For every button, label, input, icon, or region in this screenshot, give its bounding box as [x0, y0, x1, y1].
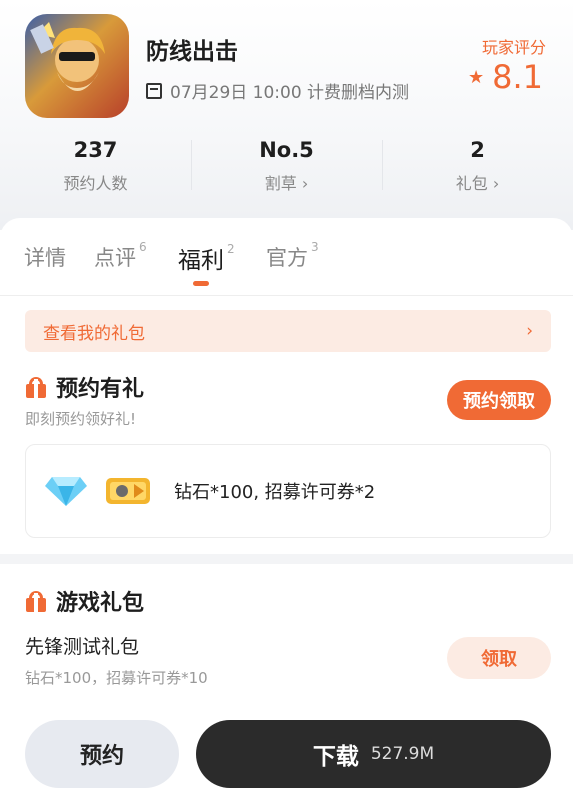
tab-reviews[interactable]: 点评 6: [94, 240, 147, 272]
stat-gifts[interactable]: 2 礼包 ›: [382, 132, 573, 196]
gift-icon: [25, 376, 47, 398]
stat-value: No.5: [259, 138, 314, 162]
active-tab-indicator: [193, 281, 209, 286]
tab-count: 6: [139, 240, 147, 254]
section-title-text: 游戏礼包: [56, 591, 145, 616]
star-icon: ★: [467, 66, 485, 88]
tab-benefits[interactable]: 福利 2: [178, 241, 235, 275]
app-icon: [25, 14, 129, 118]
reward-card: 钻石*100, 招募许可券*2: [25, 444, 551, 538]
tab-count: 3: [311, 240, 319, 254]
reserve-claim-button[interactable]: 预约领取: [447, 380, 551, 420]
stat-value: 237: [73, 138, 118, 162]
chevron-right-icon: ›: [526, 321, 533, 341]
reward-text: 钻石*100, 招募许可券*2: [174, 482, 376, 503]
ticket-icon: [106, 478, 150, 504]
reserve-gift-subtitle: 即刻预约领好礼!: [25, 410, 137, 428]
gift-icon: [25, 590, 47, 612]
reserve-button[interactable]: 预约: [25, 720, 179, 788]
claim-button[interactable]: 领取: [447, 637, 551, 679]
stat-label: 礼包 ›: [455, 174, 500, 193]
gift-pack-name: 先锋测试礼包: [25, 636, 140, 658]
section-title-text: 预约有礼: [56, 377, 145, 402]
download-size: 527.9M: [370, 744, 435, 764]
stats-row: 237 预约人数 No.5 割草 › 2 礼包 ›: [0, 132, 573, 196]
test-schedule: 07月29日 10:00 计费删档内测: [146, 78, 409, 103]
tab-details[interactable]: 详情: [24, 242, 66, 272]
my-gifts-label: 查看我的礼包: [43, 323, 145, 344]
schedule-text: 07月29日 10:00 计费删档内测: [170, 83, 410, 103]
tab-bar: 详情 点评 6 福利 2 官方 3: [0, 218, 573, 296]
stat-label: 预约人数: [63, 174, 128, 193]
section-divider: [0, 554, 573, 564]
download-label: 下载: [312, 744, 359, 770]
tab-label: 福利: [178, 248, 224, 274]
download-button[interactable]: 下载 527.9M: [196, 720, 551, 788]
stat-reservations: 237 预约人数: [0, 132, 191, 196]
tab-count: 2: [227, 242, 235, 257]
rating-score: ★ 8.1: [468, 58, 543, 96]
diamond-icon: [45, 477, 87, 506]
stat-value: 2: [470, 138, 485, 162]
stat-label: 割草 ›: [264, 174, 309, 193]
tab-label: 点评: [94, 246, 136, 270]
reserve-gift-title: 预约有礼: [25, 371, 144, 403]
stat-ranking[interactable]: No.5 割草 ›: [191, 132, 382, 196]
game-gift-title: 游戏礼包: [25, 585, 144, 617]
tab-label: 官方: [266, 246, 308, 270]
rating-value: 8.1: [492, 58, 543, 96]
tab-official[interactable]: 官方 3: [266, 240, 319, 272]
tab-label: 详情: [24, 246, 66, 270]
app-name: 防线出击: [146, 39, 238, 65]
rating-label: 玩家评分: [481, 38, 546, 57]
my-gifts-banner[interactable]: 查看我的礼包 ›: [25, 310, 551, 352]
gift-pack-description: 钻石*100，招募许可券*10: [25, 669, 208, 687]
calendar-icon: [146, 82, 162, 99]
game-header: 防线出击 07月29日 10:00 计费删档内测 玩家评分 ★ 8.1 237 …: [0, 0, 573, 230]
